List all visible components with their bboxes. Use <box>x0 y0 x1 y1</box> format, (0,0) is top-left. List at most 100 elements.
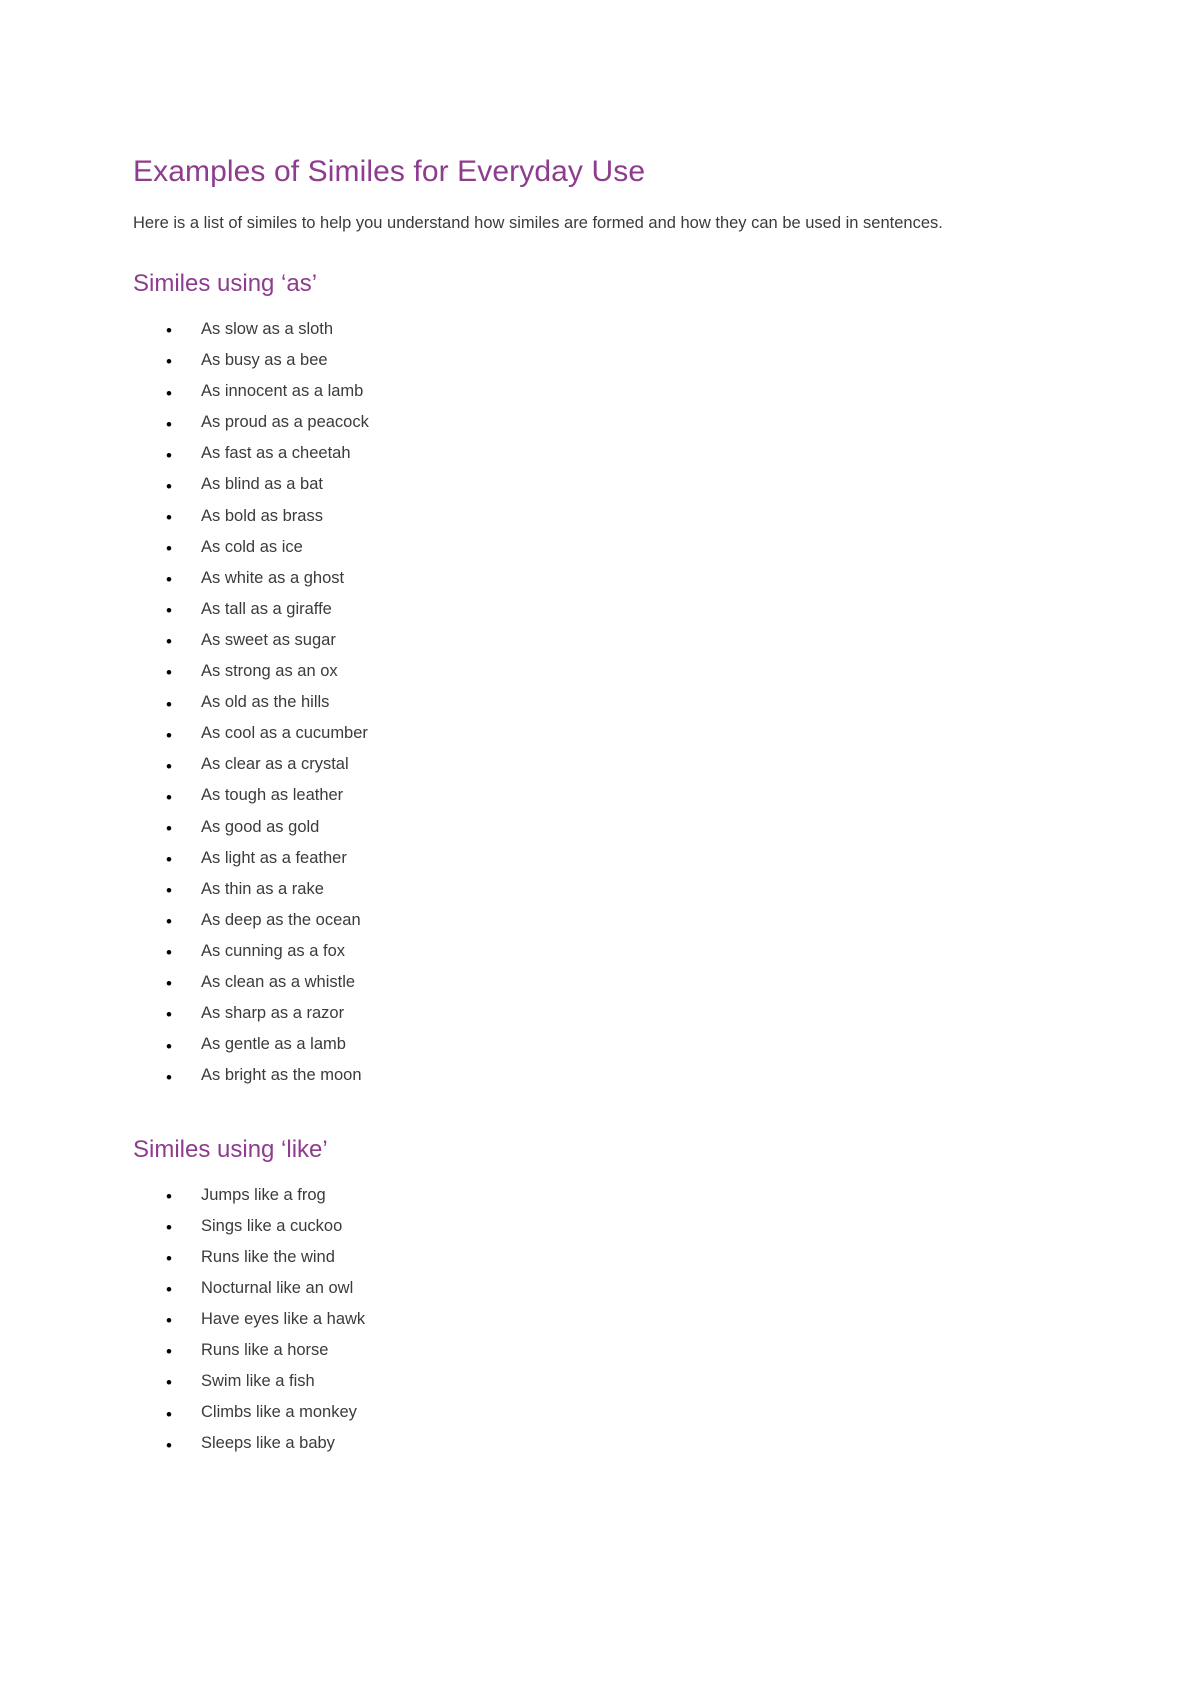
bullet-icon: • <box>166 756 172 776</box>
list-item: • Climbs like a monkey <box>133 1403 978 1424</box>
bullet-icon: • <box>166 943 172 963</box>
bullet-icon: • <box>166 321 172 341</box>
list-item: • As cool as a cucumber <box>133 724 978 745</box>
bullet-icon: • <box>166 663 172 683</box>
list-item: • As strong as an ox <box>133 662 978 683</box>
bullet-icon: • <box>166 352 172 372</box>
list-item: • As good as gold <box>133 817 978 838</box>
list-item: • Runs like the wind <box>133 1249 978 1269</box>
list-item: • As old as the hills <box>133 693 978 714</box>
list-item-label: As cold as ice <box>201 537 303 556</box>
bullet-icon: • <box>166 694 172 714</box>
list-item: • As cold as ice <box>133 537 978 559</box>
bullet-icon: • <box>166 476 172 496</box>
section-heading-as: Similes using ‘as’ <box>133 270 318 298</box>
list-item: • Swim like a fish <box>133 1372 978 1393</box>
list-item-label: As blind as a bat <box>201 475 323 494</box>
bullet-icon: • <box>166 1218 172 1238</box>
bullet-icon: • <box>166 787 172 807</box>
list-item-label: Sleeps like a baby <box>201 1434 335 1453</box>
list-item-label: As busy as a bee <box>201 351 328 370</box>
bullet-icon: • <box>166 1311 172 1331</box>
bullet-icon: • <box>166 1249 172 1269</box>
bullet-icon: • <box>166 1036 172 1056</box>
list-item: • As clear as a crystal <box>133 755 978 776</box>
bullet-icon: • <box>166 1435 172 1455</box>
list-item-label: As tall as a giraffe <box>201 599 332 618</box>
list-item-label: As proud as a peacock <box>201 413 369 432</box>
list-item: • As cunning as a fox <box>133 941 978 963</box>
bullet-icon: • <box>166 818 172 838</box>
bullet-icon: • <box>166 974 172 994</box>
list-item: • Jumps like a frog <box>133 1185 978 1205</box>
list-item: • As blind as a bat <box>133 475 978 496</box>
list-item: • As fast as a cheetah <box>133 444 978 465</box>
bullet-icon: • <box>166 539 172 559</box>
list-item-label: As fast as a cheetah <box>201 444 351 463</box>
section-heading-like: Similes using ‘like’ <box>133 1135 328 1163</box>
list-item-label: Jumps like a frog <box>201 1185 326 1204</box>
bullet-icon: • <box>166 725 172 745</box>
list-item-label: As bold as brass <box>201 506 323 525</box>
list-item-label: As bright as the moon <box>201 1066 362 1085</box>
list-item: • As clean as a whistle <box>133 972 978 994</box>
list-item: • As deep as the ocean <box>133 910 978 932</box>
bullet-icon: • <box>166 912 172 932</box>
list-item-label: As gentle as a lamb <box>201 1035 346 1054</box>
list-item-label: As sweet as sugar <box>201 630 336 649</box>
list-item-label: Swim like a fish <box>201 1372 315 1391</box>
list-item: • As tall as a giraffe <box>133 599 978 621</box>
list-item: • Have eyes like a hawk <box>133 1309 978 1331</box>
bullet-icon: • <box>166 1005 172 1025</box>
bullet-icon: • <box>166 445 172 465</box>
bullet-icon: • <box>166 1067 172 1087</box>
bullet-icon: • <box>166 632 172 652</box>
simile-list-as: • As slow as a sloth • As busy as a bee • As … <box>133 320 978 1087</box>
list-item-label: As deep as the ocean <box>201 910 361 929</box>
list-item-label: Sings like a cuckoo <box>201 1216 343 1235</box>
bullet-icon: • <box>166 1404 172 1424</box>
bullet-icon: • <box>166 1280 172 1300</box>
list-item-label: As cool as a cucumber <box>201 724 368 743</box>
list-item-label: As old as the hills <box>201 693 330 712</box>
list-item-label: As slow as a sloth <box>201 320 334 339</box>
list-item-label: Runs like a horse <box>201 1341 329 1360</box>
list-item: • As thin as a rake <box>133 879 978 901</box>
bullet-icon: • <box>166 570 172 590</box>
bullet-icon: • <box>166 881 172 901</box>
list-item-label: As strong as an ox <box>201 662 338 681</box>
bullet-icon: • <box>166 849 172 869</box>
list-item-label: As tough as leather <box>201 786 344 805</box>
list-item: • As bold as brass <box>133 506 978 527</box>
simile-list-like: • Jumps like a frog • Sings like a cuckoo • R… <box>133 1185 978 1455</box>
page-title: Examples of Similes for Everyday Use <box>133 155 646 188</box>
list-item-label: As clear as a crystal <box>201 755 349 774</box>
list-item: • As sweet as sugar <box>133 630 978 652</box>
list-item: • As gentle as a lamb <box>133 1035 978 1056</box>
bullet-icon: • <box>166 1342 172 1362</box>
list-item: • As bright as the moon <box>133 1066 978 1087</box>
bullet-icon: • <box>166 601 172 621</box>
bullet-icon: • <box>166 414 172 434</box>
list-item: • As tough as leather <box>133 786 978 807</box>
list-item: • As innocent as a lamb <box>133 382 978 403</box>
list-item-label: As innocent as a lamb <box>201 382 364 401</box>
list-item: • As sharp as a razor <box>133 1004 978 1025</box>
list-item: • As proud as a peacock <box>133 413 978 434</box>
list-item-label: As good as gold <box>201 817 320 836</box>
list-item-label: As cunning as a fox <box>201 941 346 960</box>
list-item-label: As clean as a whistle <box>201 972 356 991</box>
bullet-icon: • <box>166 507 172 527</box>
list-item-label: As white as a ghost <box>201 568 345 587</box>
bullet-icon: • <box>166 1373 172 1393</box>
list-item-label: As thin as a rake <box>201 879 324 898</box>
list-item-label: Nocturnal like an owl <box>201 1278 354 1297</box>
list-item-label: Have eyes like a hawk <box>201 1309 366 1328</box>
intro-paragraph: Here is a list of similes to help you un… <box>133 213 943 232</box>
bullet-icon: • <box>166 383 172 403</box>
list-item-label: As sharp as a razor <box>201 1004 345 1023</box>
list-item-label: As light as a feather <box>201 848 347 867</box>
list-item-label: Climbs like a monkey <box>201 1403 357 1422</box>
list-item: • Runs like a horse <box>133 1341 978 1362</box>
list-item: • Sleeps like a baby <box>133 1434 978 1455</box>
